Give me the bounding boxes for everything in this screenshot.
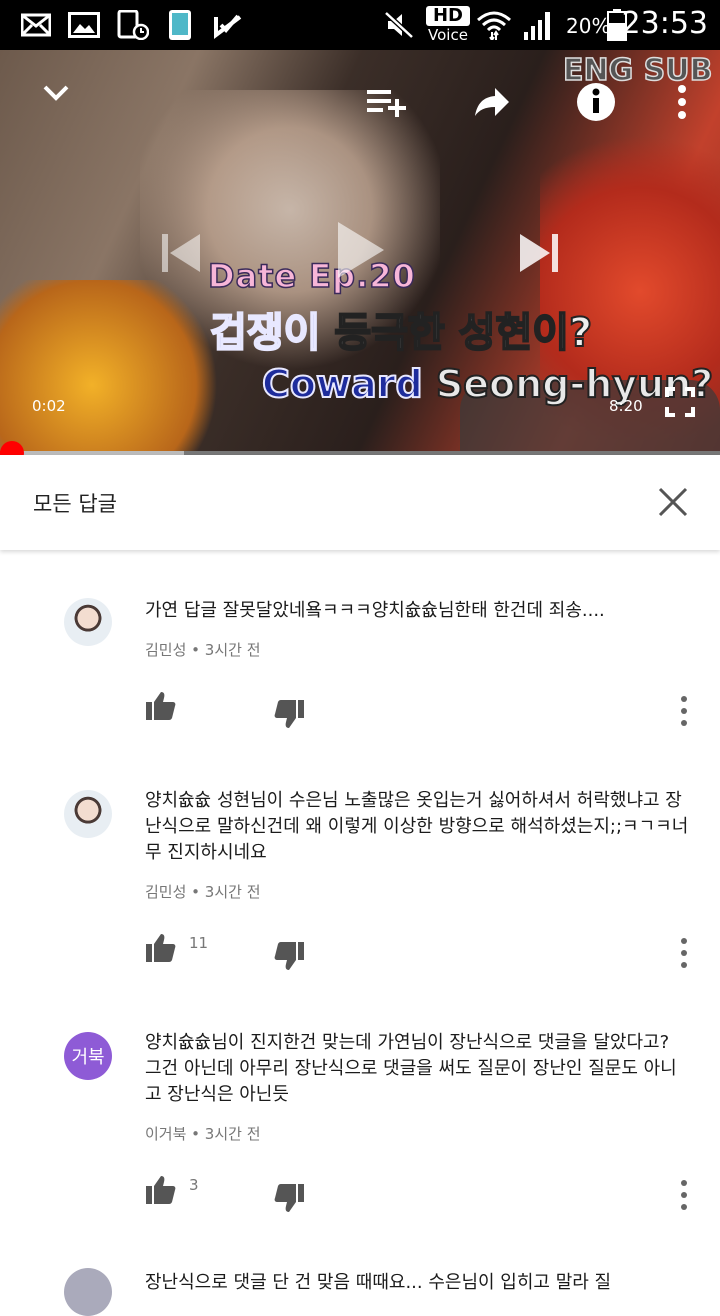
comment-text: 양치슚슚님이 진지한건 맞는데 가연님이 장난식으로 댓글을 달았다고? 그건 …: [145, 1032, 677, 1105]
more-dot: [681, 938, 687, 944]
comment-meta: 김민성 • 3시간 전: [145, 641, 261, 659]
comment-actions: 11: [145, 932, 705, 972]
comment-more-button[interactable]: [673, 696, 695, 726]
clock: 23:53: [621, 6, 708, 41]
video-overlay-title-2: 겁쟁이 등극한 성현이?: [209, 300, 593, 358]
video-overlay-title-3: Coward Seong-hyun?: [261, 361, 714, 407]
comment-more-button[interactable]: [673, 938, 695, 968]
comment-time: 3시간 전: [204, 1125, 261, 1143]
more-vert-icon: [678, 85, 686, 119]
comment-text-partial: 장난식으로 댓글 단 건 맞음 때때요... 수은님이 입히고 말라 질: [145, 1272, 612, 1293]
playlist-add-icon: [367, 90, 406, 117]
more-dot: [681, 1204, 687, 1210]
status-bar: HD Voice 20% 23:53: [0, 0, 720, 50]
avatar[interactable]: 거북: [64, 1032, 112, 1080]
comment-actions: 3: [145, 1174, 705, 1214]
thumbs-down-icon: [274, 700, 304, 728]
comment-author[interactable]: 김민성: [145, 641, 186, 659]
thumbs-down-icon: [274, 1184, 304, 1212]
chevron-down-icon: [43, 85, 69, 101]
more-dot: [681, 720, 687, 726]
signal-icon: [521, 10, 555, 40]
more-dot: [681, 1192, 687, 1198]
dislike-button[interactable]: [273, 1182, 305, 1214]
comment-author[interactable]: 이거북: [145, 1125, 186, 1143]
thumbs-up-icon: [146, 1176, 176, 1204]
skip-previous-icon: [162, 234, 200, 272]
duration: 8:20: [609, 397, 643, 415]
mute-icon: [383, 10, 415, 40]
video-frame-toy: [0, 280, 230, 455]
more-options-button[interactable]: [670, 80, 694, 124]
skip-next-icon: [520, 234, 558, 272]
battery-percent: 20%: [566, 14, 611, 38]
more-dot: [681, 1180, 687, 1186]
play-icon: [338, 222, 384, 278]
comment-time: 3시간 전: [204, 641, 261, 659]
wifi-icon: [475, 10, 513, 40]
collapse-button[interactable]: [38, 75, 74, 111]
like-button[interactable]: [145, 1174, 177, 1206]
like-button[interactable]: [145, 932, 177, 964]
share-button[interactable]: [470, 82, 514, 122]
video-overlay-title-2-rest: 등극한 성현이?: [320, 309, 593, 357]
thumbs-up-icon: [146, 934, 176, 962]
comment-text: 가연 답글 잘못달았네욬ㅋㅋㅋ양치슚슚님한태 한건데 죄송....: [145, 600, 605, 621]
checkmark-app-icon: [212, 10, 244, 40]
mail-icon: [20, 10, 52, 40]
dislike-button[interactable]: [273, 940, 305, 972]
dislike-button[interactable]: [273, 698, 305, 730]
avatar-initials: 거북: [71, 1047, 105, 1068]
next-button[interactable]: [515, 228, 565, 278]
phone-icon: [166, 10, 194, 40]
video-overlay-title-3-highlight: Coward: [261, 361, 424, 407]
video-player[interactable]: ENG SUB Date Ep.20 겁쟁이 등극한 성현이? Coward S…: [0, 50, 720, 455]
avatar[interactable]: [64, 598, 112, 646]
gallery-icon: [67, 10, 101, 40]
info-icon: [577, 83, 615, 121]
voice-label: Voice: [428, 26, 468, 44]
phone-clock-icon: [116, 10, 150, 40]
like-button[interactable]: [145, 690, 177, 722]
comment-text: 양치슚슚 성현님이 수은님 노출많은 옷입는거 싫어하셔서 허락했냐고 장난식으…: [145, 790, 689, 863]
hd-label: HD: [426, 6, 470, 26]
more-dot: [681, 950, 687, 956]
fullscreen-icon: [665, 387, 695, 417]
more-dot: [681, 708, 687, 714]
avatar[interactable]: [64, 1268, 112, 1316]
play-button[interactable]: [330, 218, 390, 282]
share-arrow-icon: [475, 88, 509, 116]
more-dot: [681, 696, 687, 702]
comment-time: 3시간 전: [204, 883, 261, 901]
like-count: 3: [189, 1176, 199, 1194]
comment-meta: 김민성 • 3시간 전: [145, 883, 261, 901]
more-dot: [681, 962, 687, 968]
thumbs-up-icon: [146, 692, 176, 720]
previous-button[interactable]: [155, 228, 205, 278]
fullscreen-button[interactable]: [662, 384, 698, 420]
panel-title: 모든 답글: [33, 492, 117, 516]
current-time: 0:02: [32, 397, 66, 415]
comment-more-button[interactable]: [673, 1180, 695, 1210]
close-button[interactable]: [650, 479, 696, 525]
avatar[interactable]: [64, 790, 112, 838]
like-count: 11: [189, 934, 209, 952]
hd-voice-indicator: HD Voice: [426, 6, 470, 46]
comment-author[interactable]: 김민성: [145, 883, 186, 901]
add-to-playlist-button[interactable]: [364, 82, 410, 122]
replies-panel-header: 모든 답글: [0, 455, 720, 550]
comment-meta: 이거북 • 3시간 전: [145, 1125, 261, 1143]
close-icon: [658, 487, 688, 517]
video-overlay-title-2-highlight: 겁쟁이: [209, 309, 321, 357]
info-button[interactable]: [574, 82, 618, 122]
thumbs-down-icon: [274, 942, 304, 970]
comment-actions: [145, 690, 705, 730]
